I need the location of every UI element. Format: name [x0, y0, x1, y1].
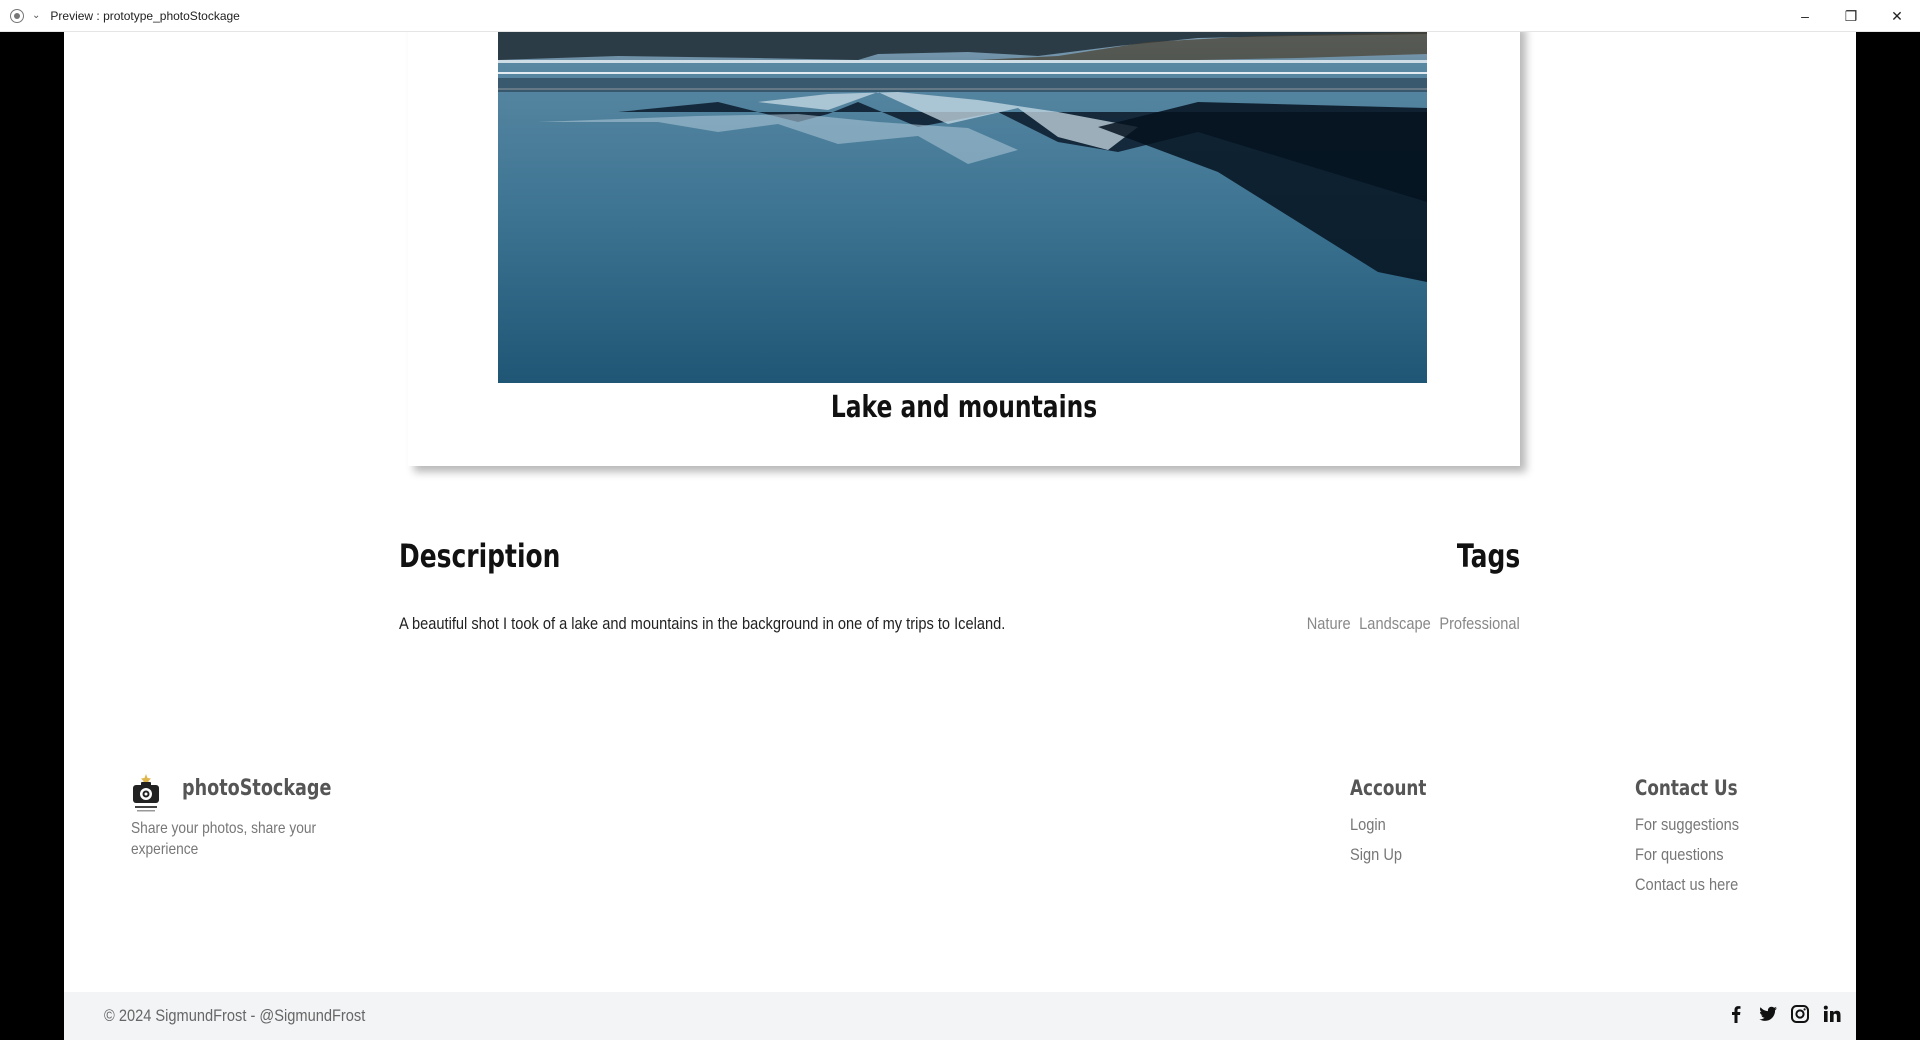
tags-heading: Tags	[1456, 537, 1520, 575]
footer-tagline: Share your photos, share your experience	[131, 820, 317, 858]
photo-image[interactable]	[498, 32, 1427, 383]
chevron-down-icon[interactable]: ⌄	[32, 10, 40, 21]
minimize-button[interactable]: –	[1782, 0, 1828, 32]
footer-bottom-bar: © 2024 SigmundFrost - @SigmundFrost	[64, 992, 1856, 1040]
login-link[interactable]: Login	[1350, 810, 1432, 840]
photo-card: Lake and mountains	[408, 32, 1520, 466]
restore-button[interactable]: ❐	[1828, 0, 1874, 32]
footer-contact-title: Contact Us	[1635, 776, 1738, 800]
contact-link[interactable]: Contact us here	[1635, 870, 1745, 900]
close-button[interactable]: ✕	[1874, 0, 1920, 32]
tag-nature[interactable]: Nature	[1307, 614, 1351, 634]
signup-link[interactable]: Sign Up	[1350, 840, 1432, 870]
tags-list: Nature Landscape Professional	[1307, 614, 1520, 634]
linkedin-icon[interactable]	[1822, 1004, 1842, 1024]
footer-account-title: Account	[1350, 776, 1427, 800]
questions-link[interactable]: For questions	[1635, 840, 1745, 870]
copyright-text: © 2024 SigmundFrost - @SigmundFrost	[104, 1006, 366, 1025]
social-links	[1726, 1004, 1842, 1024]
window-controls: – ❐ ✕	[1782, 0, 1920, 32]
footer-account-column: Account Login Sign Up	[1350, 776, 1446, 870]
facebook-icon[interactable]	[1726, 1004, 1746, 1024]
camera-logo-icon[interactable]	[131, 773, 161, 813]
photo-caption: Lake and mountains	[830, 390, 1098, 425]
tag-landscape[interactable]: Landscape	[1359, 614, 1431, 634]
description-heading: Description	[399, 537, 561, 575]
lake-mountains-image	[498, 32, 1427, 383]
window-titlebar: ⌄ Preview : prototype_photoStockage – ❐ …	[0, 0, 1920, 32]
suggestions-link[interactable]: For suggestions	[1635, 810, 1745, 840]
twitter-icon[interactable]	[1758, 1004, 1778, 1024]
footer-brand[interactable]: photoStockage	[182, 776, 331, 801]
footer-contact-column: Contact Us For suggestions For questions…	[1635, 776, 1763, 900]
tag-professional[interactable]: Professional	[1440, 614, 1520, 634]
instagram-icon[interactable]	[1790, 1004, 1810, 1024]
window-title: Preview : prototype_photoStockage	[50, 8, 240, 23]
app-icon	[10, 8, 24, 23]
page-content: Lake and mountains Description Tags A be…	[64, 32, 1856, 1040]
description-text: A beautiful shot I took of a lake and mo…	[399, 614, 1006, 633]
